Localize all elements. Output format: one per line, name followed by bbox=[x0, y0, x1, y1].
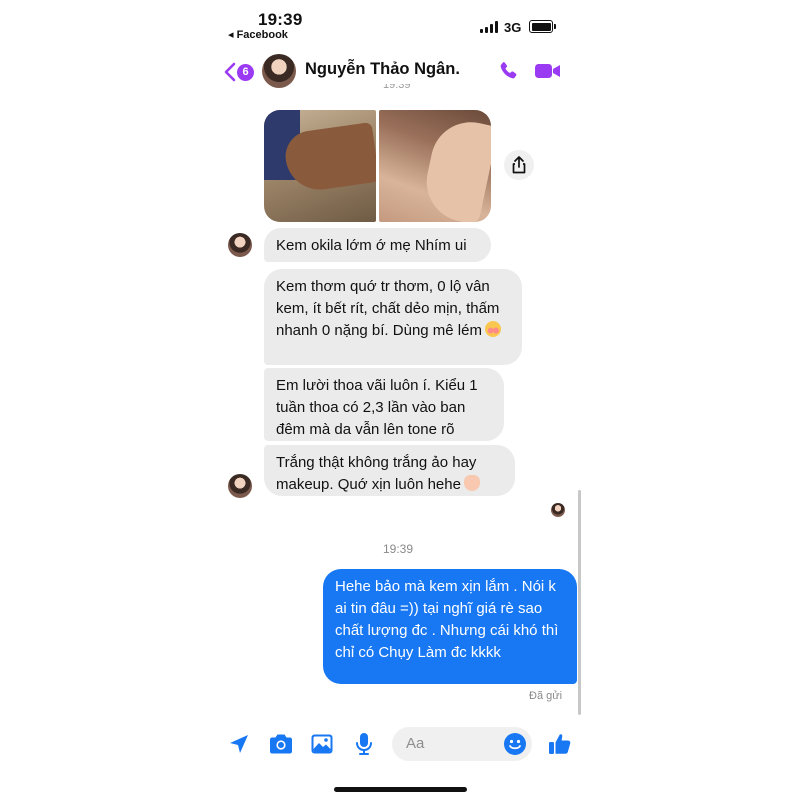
photo-gallery-icon bbox=[311, 734, 333, 754]
phone-icon bbox=[500, 62, 517, 79]
signal-icon bbox=[480, 21, 500, 33]
status-time: 19:39 bbox=[258, 10, 303, 29]
battery-icon bbox=[529, 20, 553, 33]
contact-name[interactable]: Nguyễn Thảo Ngân. bbox=[305, 60, 460, 79]
photo-attachment-1[interactable] bbox=[264, 110, 376, 222]
back-button[interactable]: 6 bbox=[224, 60, 256, 84]
timestamp-partial: 19:39 bbox=[383, 84, 411, 91]
message-input-placeholder: Aa bbox=[406, 735, 425, 752]
heart-hands-emoji bbox=[463, 475, 480, 491]
message-text: Kem okila lớm ớ mẹ Nhím ui bbox=[276, 237, 467, 254]
message-text: Kem thơm quớ tr thơm, 0 lộ vân kem, ít b… bbox=[276, 278, 500, 339]
thumbs-up-icon bbox=[549, 734, 571, 754]
delivery-status: Đã gửi bbox=[529, 690, 563, 702]
emoji-button[interactable] bbox=[502, 731, 528, 757]
sender-avatar[interactable] bbox=[228, 233, 252, 257]
incoming-message[interactable]: Trắng thật không trắng ảo hay makeup. Qu… bbox=[264, 445, 515, 496]
gallery-button[interactable] bbox=[309, 731, 335, 757]
message-timestamp: 19:39 bbox=[383, 542, 414, 556]
network-type: 3G bbox=[504, 20, 522, 35]
message-text: Trắng thật không trắng ảo hay makeup. Qu… bbox=[276, 454, 477, 493]
incoming-message[interactable]: Em lười thoa vãi luôn í. Kiểu 1 tuần tho… bbox=[264, 368, 504, 441]
blush-emoji bbox=[484, 321, 501, 337]
incoming-message[interactable]: Kem okila lớm ớ mẹ Nhím ui bbox=[264, 228, 491, 262]
outgoing-message[interactable]: Hehe bảo mà kem xịn lắm . Nói k ai tin đ… bbox=[323, 569, 577, 684]
like-button[interactable] bbox=[547, 731, 573, 757]
microphone-icon bbox=[356, 733, 372, 755]
battery-tip bbox=[554, 24, 556, 29]
sender-avatar[interactable] bbox=[228, 474, 252, 498]
voice-message-button[interactable] bbox=[351, 731, 377, 757]
unread-count-badge: 6 bbox=[237, 63, 254, 81]
home-indicator[interactable] bbox=[334, 787, 467, 792]
send-location-icon bbox=[230, 735, 248, 753]
message-text: Hehe bảo mà kem xịn lắm . Nói k ai tin đ… bbox=[335, 578, 559, 661]
smiley-icon bbox=[504, 733, 526, 755]
message-text: Em lười thoa vãi luôn í. Kiểu 1 tuần tho… bbox=[276, 377, 478, 438]
photo-attachment-2[interactable] bbox=[379, 110, 491, 222]
video-call-button[interactable] bbox=[533, 58, 563, 84]
read-receipt-avatar bbox=[551, 503, 565, 517]
incoming-message[interactable]: Kem thơm quớ tr thơm, 0 lộ vân kem, ít b… bbox=[264, 269, 522, 365]
video-camera-icon bbox=[535, 64, 560, 78]
contact-avatar[interactable] bbox=[262, 54, 296, 88]
camera-icon bbox=[270, 734, 292, 754]
chevron-left-icon bbox=[224, 62, 236, 82]
share-icon bbox=[512, 156, 526, 174]
share-button[interactable] bbox=[504, 150, 534, 180]
camera-button[interactable] bbox=[268, 731, 294, 757]
voice-call-button[interactable] bbox=[495, 58, 521, 84]
back-to-app-link[interactable]: ◂ Facebook bbox=[228, 28, 288, 41]
location-button[interactable] bbox=[226, 731, 252, 757]
scrollbar[interactable] bbox=[578, 490, 581, 715]
